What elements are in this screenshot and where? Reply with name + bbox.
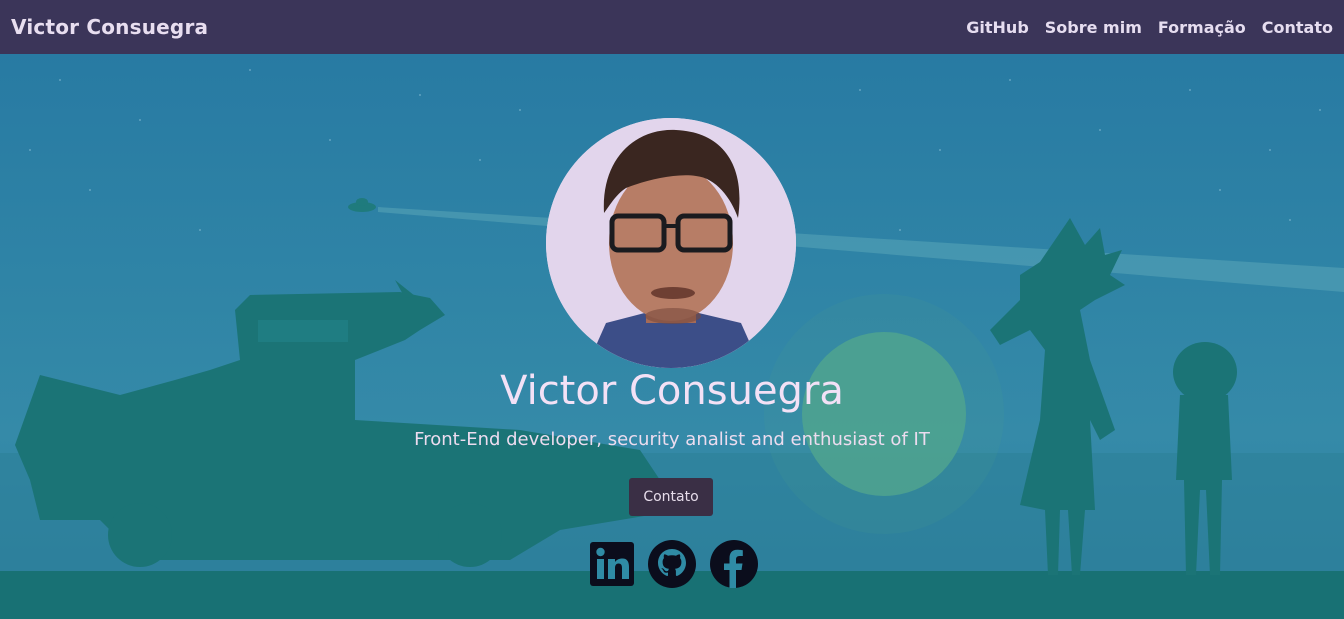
brand-link[interactable]: Victor Consuegra [11, 15, 208, 39]
contact-button[interactable]: Contato [629, 478, 713, 516]
facebook-icon [710, 540, 758, 588]
hero-section: Victor Consuegra Front-End developer, se… [0, 54, 1344, 619]
github-icon [648, 540, 696, 588]
profile-photo [546, 118, 796, 368]
linkedin-icon [590, 542, 634, 586]
nav-link-github[interactable]: GitHub [966, 18, 1029, 37]
avatar [546, 118, 796, 368]
social-links [589, 539, 759, 593]
nav-link-sobre-mim[interactable]: Sobre mim [1045, 18, 1142, 37]
nav-link-contato[interactable]: Contato [1262, 18, 1333, 37]
nav-links: GitHub Sobre mim Formação Contato [966, 18, 1333, 37]
facebook-link[interactable] [709, 539, 759, 593]
nav-link-formacao[interactable]: Formação [1158, 18, 1246, 37]
linkedin-link[interactable] [589, 541, 635, 591]
top-navbar: Victor Consuegra GitHub Sobre mim Formaç… [0, 0, 1344, 54]
github-link[interactable] [647, 539, 697, 593]
hero-tagline: Front-End developer, security analist an… [414, 429, 930, 450]
hero-name: Victor Consuegra [500, 368, 844, 414]
